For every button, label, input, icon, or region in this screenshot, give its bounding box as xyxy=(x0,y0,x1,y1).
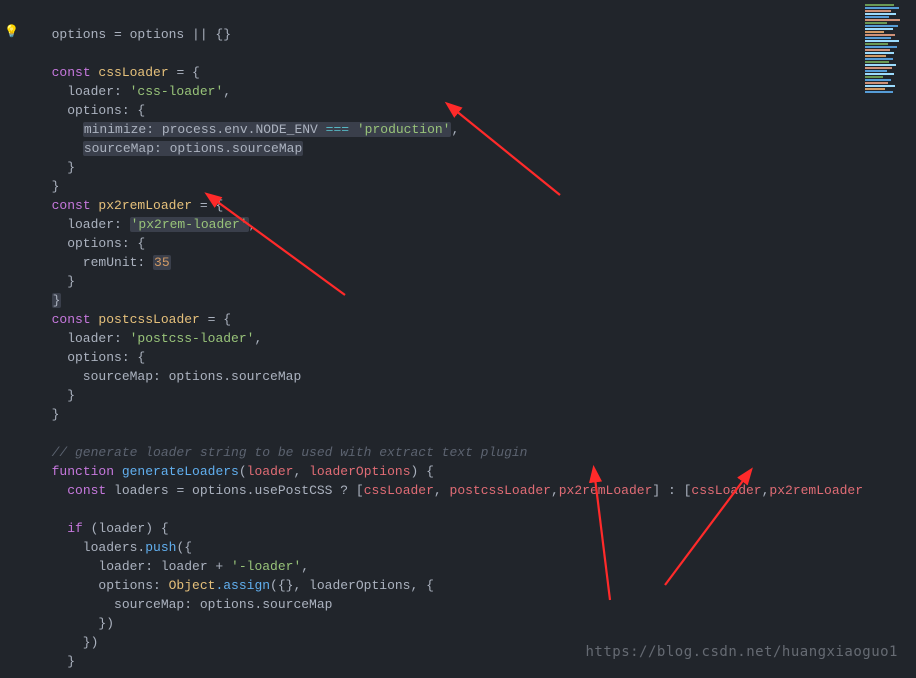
code-line: sourceMap: options.sourceMap xyxy=(36,369,301,384)
code-line: } xyxy=(36,293,61,308)
code-line: const postcssLoader = { xyxy=(36,312,231,327)
code-comment: // generate loader string to be used wit… xyxy=(36,445,527,460)
watermark-text: https://blog.csdn.net/huangxiaoguo1 xyxy=(585,644,898,660)
code-line: loader: 'css-loader', xyxy=(36,84,231,99)
code-line: loader: loader + '-loader', xyxy=(36,559,309,574)
code-line: function generateLoaders(loader, loaderO… xyxy=(36,464,434,479)
code-line: options: { xyxy=(36,350,145,365)
code-line: const cssLoader = { xyxy=(36,65,200,80)
code-line: remUnit: 35 xyxy=(36,255,171,270)
code-line: } xyxy=(36,407,59,422)
code-line: loaders.push({ xyxy=(36,540,192,555)
code-line: } xyxy=(36,179,59,194)
lightbulb-icon[interactable]: 💡 xyxy=(4,24,19,39)
code-line: } xyxy=(36,388,75,403)
code-line: options: { xyxy=(36,236,145,251)
code-line: if (loader) { xyxy=(36,521,169,536)
code-area[interactable]: options = options || {} const cssLoader … xyxy=(22,0,862,678)
code-line: } xyxy=(36,160,75,175)
gutter: 💡 xyxy=(0,0,22,678)
code-line: loader: 'postcss-loader', xyxy=(36,331,262,346)
code-line: loader: 'px2rem-loader', xyxy=(36,217,256,232)
code-line: options = options || {} xyxy=(36,27,231,42)
code-line: }) xyxy=(36,616,114,631)
code-line: sourceMap: options.sourceMap xyxy=(36,597,332,612)
editor-window: 💡 options = options || {} const cssLoade… xyxy=(0,0,916,678)
code-line: const px2remLoader = { xyxy=(36,198,223,213)
code-line: sourceMap: options.sourceMap xyxy=(36,141,303,156)
code-line: }) xyxy=(36,635,98,650)
code-line: } xyxy=(36,654,75,669)
code-line: } xyxy=(36,274,75,289)
minimap[interactable] xyxy=(862,0,916,678)
code-line: options: Object.assign({}, loaderOptions… xyxy=(36,578,434,593)
code-line: const loaders = options.usePostCSS ? [cs… xyxy=(36,483,862,498)
code-line: options: { xyxy=(36,103,145,118)
code-line: minimize: process.env.NODE_ENV === 'prod… xyxy=(36,122,459,137)
